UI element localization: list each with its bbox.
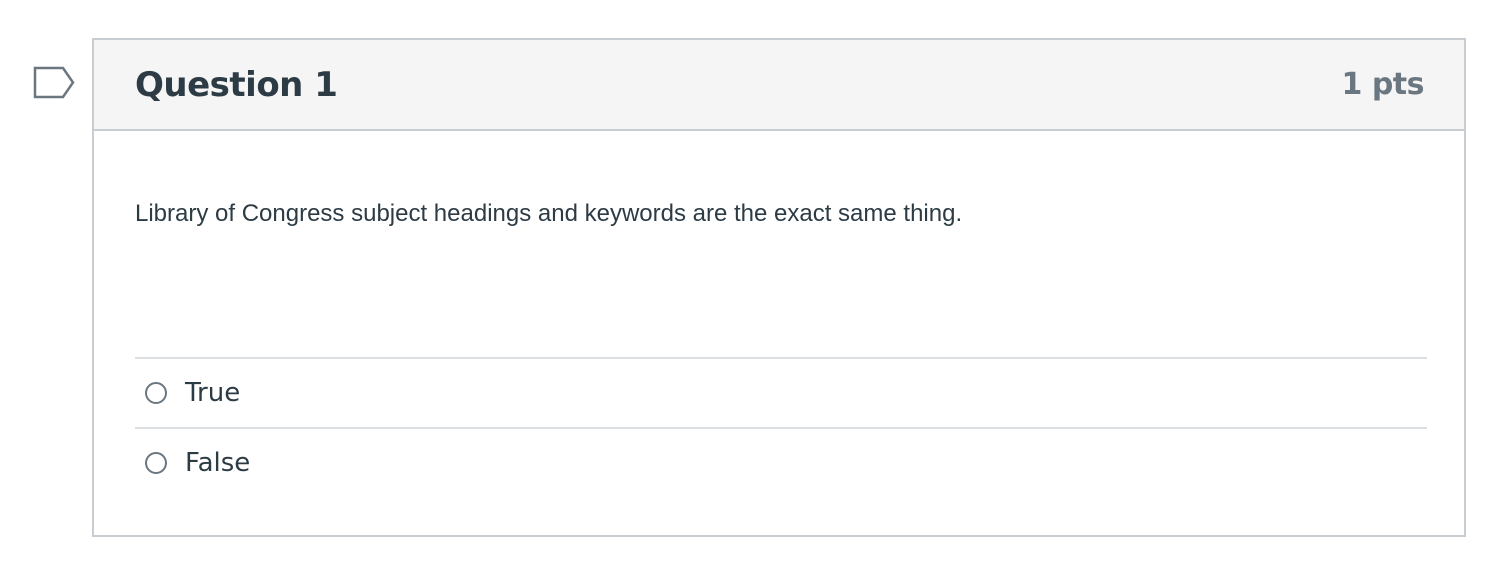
question-card: Question 1 1 pts Library of Congress sub… <box>92 38 1466 537</box>
question-points: 1 pts <box>1341 67 1425 102</box>
flag-question-icon[interactable] <box>33 66 75 99</box>
question-header: Question 1 1 pts <box>94 40 1464 131</box>
answer-list: True False <box>135 357 1427 497</box>
radio-button[interactable] <box>145 382 167 404</box>
question-title: Question 1 <box>135 64 338 105</box>
answer-label[interactable]: False <box>185 448 250 478</box>
answer-label[interactable]: True <box>185 378 240 408</box>
answer-option-false[interactable]: False <box>135 427 1427 497</box>
answer-option-true[interactable]: True <box>135 357 1427 427</box>
radio-button[interactable] <box>145 452 167 474</box>
question-text: Library of Congress subject headings and… <box>135 200 963 227</box>
